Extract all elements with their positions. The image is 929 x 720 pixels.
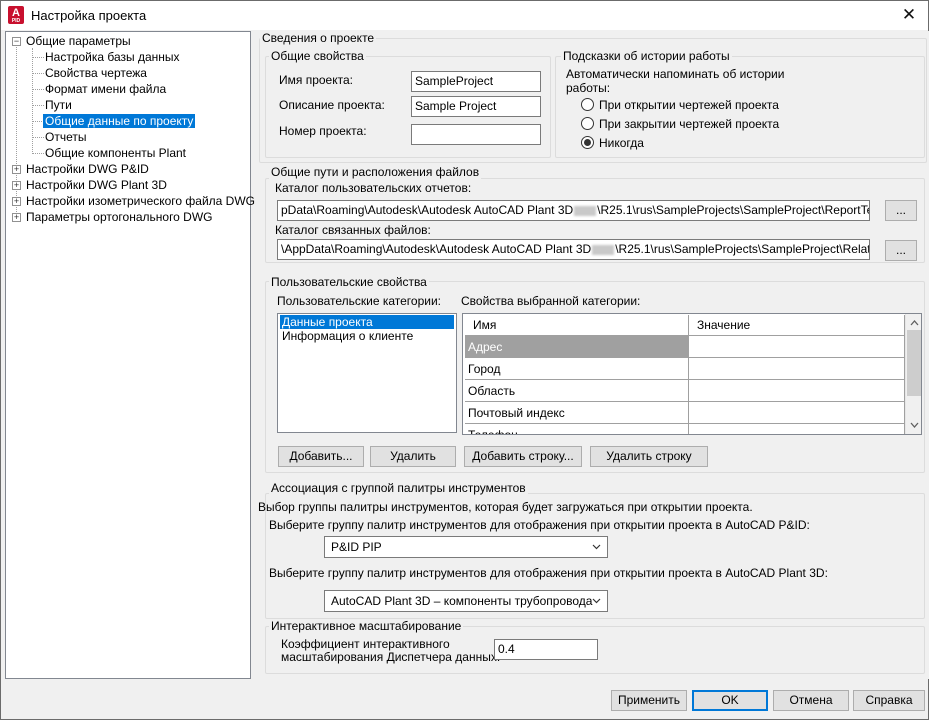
tree-item-pid-dwg[interactable]: Настройки DWG P&ID (26, 161, 149, 177)
history-description-2: работы: (566, 81, 611, 95)
project-info-title: Сведения о проекте (260, 31, 377, 45)
tree-collapse-icon[interactable]: − (12, 37, 21, 46)
reports-dir-label: Каталог пользовательских отчетов: (275, 181, 472, 195)
custom-properties-title: Пользовательские свойства (269, 275, 429, 289)
browse-reports-button[interactable]: ... (885, 200, 917, 221)
project-setup-dialog: A PID Настройка проекта ✕ − Общие параме… (0, 0, 929, 720)
zoom-factor-input[interactable]: 0.4 (494, 639, 598, 660)
radio-on-close-label[interactable]: При закрытии чертежей проекта (599, 117, 779, 131)
tree-item-database[interactable]: Настройка базы данных (45, 49, 180, 65)
tree-item-plant3d-dwg[interactable]: Настройки DWG Plant 3D (26, 177, 167, 193)
project-description-input[interactable]: Sample Project (411, 96, 541, 117)
table-cell-value[interactable] (689, 424, 905, 434)
scroll-thumb[interactable] (907, 330, 921, 396)
table-row[interactable]: Адрес (465, 336, 689, 358)
radio-never[interactable] (581, 136, 594, 149)
history-description: Автоматически напоминать об истории (566, 67, 785, 81)
table-cell-value[interactable] (689, 336, 905, 358)
zoom-label-2: масштабирования Диспетчера данных: (281, 650, 501, 664)
add-category-button[interactable]: Добавить... (278, 446, 364, 467)
close-icon[interactable]: ✕ (896, 3, 922, 27)
tree-item-project-data[interactable]: Общие данные по проекту (43, 113, 196, 129)
plant-palette-select[interactable]: AutoCAD Plant 3D – компоненты трубопрово… (324, 590, 608, 612)
radio-on-open-label[interactable]: При открытии чертежей проекта (599, 98, 779, 112)
project-name-input[interactable]: SampleProject (411, 71, 541, 92)
radio-on-open[interactable] (581, 98, 594, 111)
window-title: Настройка проекта (31, 8, 147, 23)
palette-title: Ассоциация с группой палитры инструменто… (269, 481, 528, 495)
general-properties-title: Общие свойства (269, 49, 366, 63)
properties-label: Свойства выбранной категории: (461, 294, 641, 308)
tree-expand-icon[interactable]: + (12, 181, 21, 190)
cancel-button[interactable]: Отмена (773, 690, 849, 711)
table-row[interactable]: Город (465, 358, 689, 380)
paths-title: Общие пути и расположения файлов (269, 165, 482, 179)
zoom-title: Интерактивное масштабирование (269, 619, 464, 633)
chevron-down-icon (592, 544, 601, 550)
pid-palette-label: Выберите группу палитр инструментов для … (269, 518, 810, 532)
plant-palette-label: Выберите группу палитр инструментов для … (269, 566, 828, 580)
tree-expand-icon[interactable]: + (12, 165, 21, 174)
tree-item-drawing-props[interactable]: Свойства чертежа (45, 65, 147, 81)
list-item[interactable]: Информация о клиенте (280, 329, 415, 343)
tree-item-paths[interactable]: Пути (45, 97, 72, 113)
project-name-label: Имя проекта: (279, 73, 353, 87)
delete-category-button[interactable]: Удалить (370, 446, 456, 467)
table-row[interactable]: Почтовый индекс (465, 402, 689, 424)
chevron-down-icon (592, 598, 601, 604)
ok-button[interactable]: OK (692, 690, 768, 711)
history-title: Подсказки об истории работы (561, 49, 732, 63)
project-description-label: Описание проекта: (279, 98, 385, 112)
table-cell-value[interactable] (689, 380, 905, 402)
column-header-name[interactable]: Имя (465, 315, 689, 336)
palette-description: Выбор группы палитры инструментов, котор… (258, 500, 753, 514)
categories-label: Пользовательские категории: (277, 294, 441, 308)
scroll-up-icon[interactable] (906, 316, 922, 330)
reports-dir-input[interactable]: pData\Roaming\Autodesk\Autodesk AutoCAD … (277, 200, 870, 221)
redacted-version (574, 205, 597, 216)
apply-button[interactable]: Применить (611, 690, 687, 711)
tree-item-plant-components[interactable]: Общие компоненты Plant (45, 145, 186, 161)
radio-on-close[interactable] (581, 117, 594, 130)
autocad-app-icon: A PID (8, 6, 24, 24)
tree-item-general[interactable]: Общие параметры (26, 33, 131, 49)
title-bar: A PID Настройка проекта ✕ (1, 1, 928, 30)
zoom-label-1: Коэффициент интерактивного (281, 637, 450, 651)
browse-related-button[interactable]: ... (885, 240, 917, 261)
properties-grid[interactable]: Имя Значение Адрес Город Область Почтовы… (462, 313, 922, 435)
add-row-button[interactable]: Добавить строку... (464, 446, 582, 467)
table-cell-value[interactable] (689, 358, 905, 380)
redacted-version (592, 244, 615, 255)
tree-expand-icon[interactable]: + (12, 213, 21, 222)
related-dir-input[interactable]: \AppData\Roaming\Autodesk\Autodesk AutoC… (277, 239, 870, 260)
scroll-down-icon[interactable] (906, 418, 922, 432)
pid-palette-select[interactable]: P&ID PIP (324, 536, 608, 558)
list-item[interactable]: Данные проекта (280, 315, 454, 329)
tree-expand-icon[interactable]: + (12, 197, 21, 206)
settings-tree: − Общие параметры Настройка базы данных … (5, 31, 255, 679)
grid-scrollbar[interactable] (905, 314, 922, 434)
tree-item-ortho-dwg[interactable]: Параметры ортогонального DWG (26, 209, 213, 225)
tree-item-reports[interactable]: Отчеты (45, 129, 86, 145)
project-number-label: Номер проекта: (279, 124, 367, 138)
tree-item-file-name-format[interactable]: Формат имени файла (45, 81, 166, 97)
delete-row-button[interactable]: Удалить строку (590, 446, 708, 467)
help-button[interactable]: Справка (853, 690, 925, 711)
settings-panel: Сведения о проекте Общие свойства Имя пр… (255, 31, 929, 679)
tree-item-iso-dwg[interactable]: Настройки изометрического файла DWG (26, 193, 255, 209)
project-number-input[interactable] (411, 124, 541, 145)
categories-list[interactable]: Данные проекта Информация о клиенте (277, 313, 457, 433)
related-dir-label: Каталог связанных файлов: (275, 223, 431, 237)
table-cell-value[interactable] (689, 402, 905, 424)
dialog-buttons: Применить OK Отмена Справка (1, 681, 928, 719)
radio-never-label[interactable]: Никогда (599, 136, 644, 150)
column-header-value[interactable]: Значение (689, 315, 905, 336)
table-row[interactable]: Область (465, 380, 689, 402)
table-row[interactable]: Телефон (465, 424, 689, 434)
